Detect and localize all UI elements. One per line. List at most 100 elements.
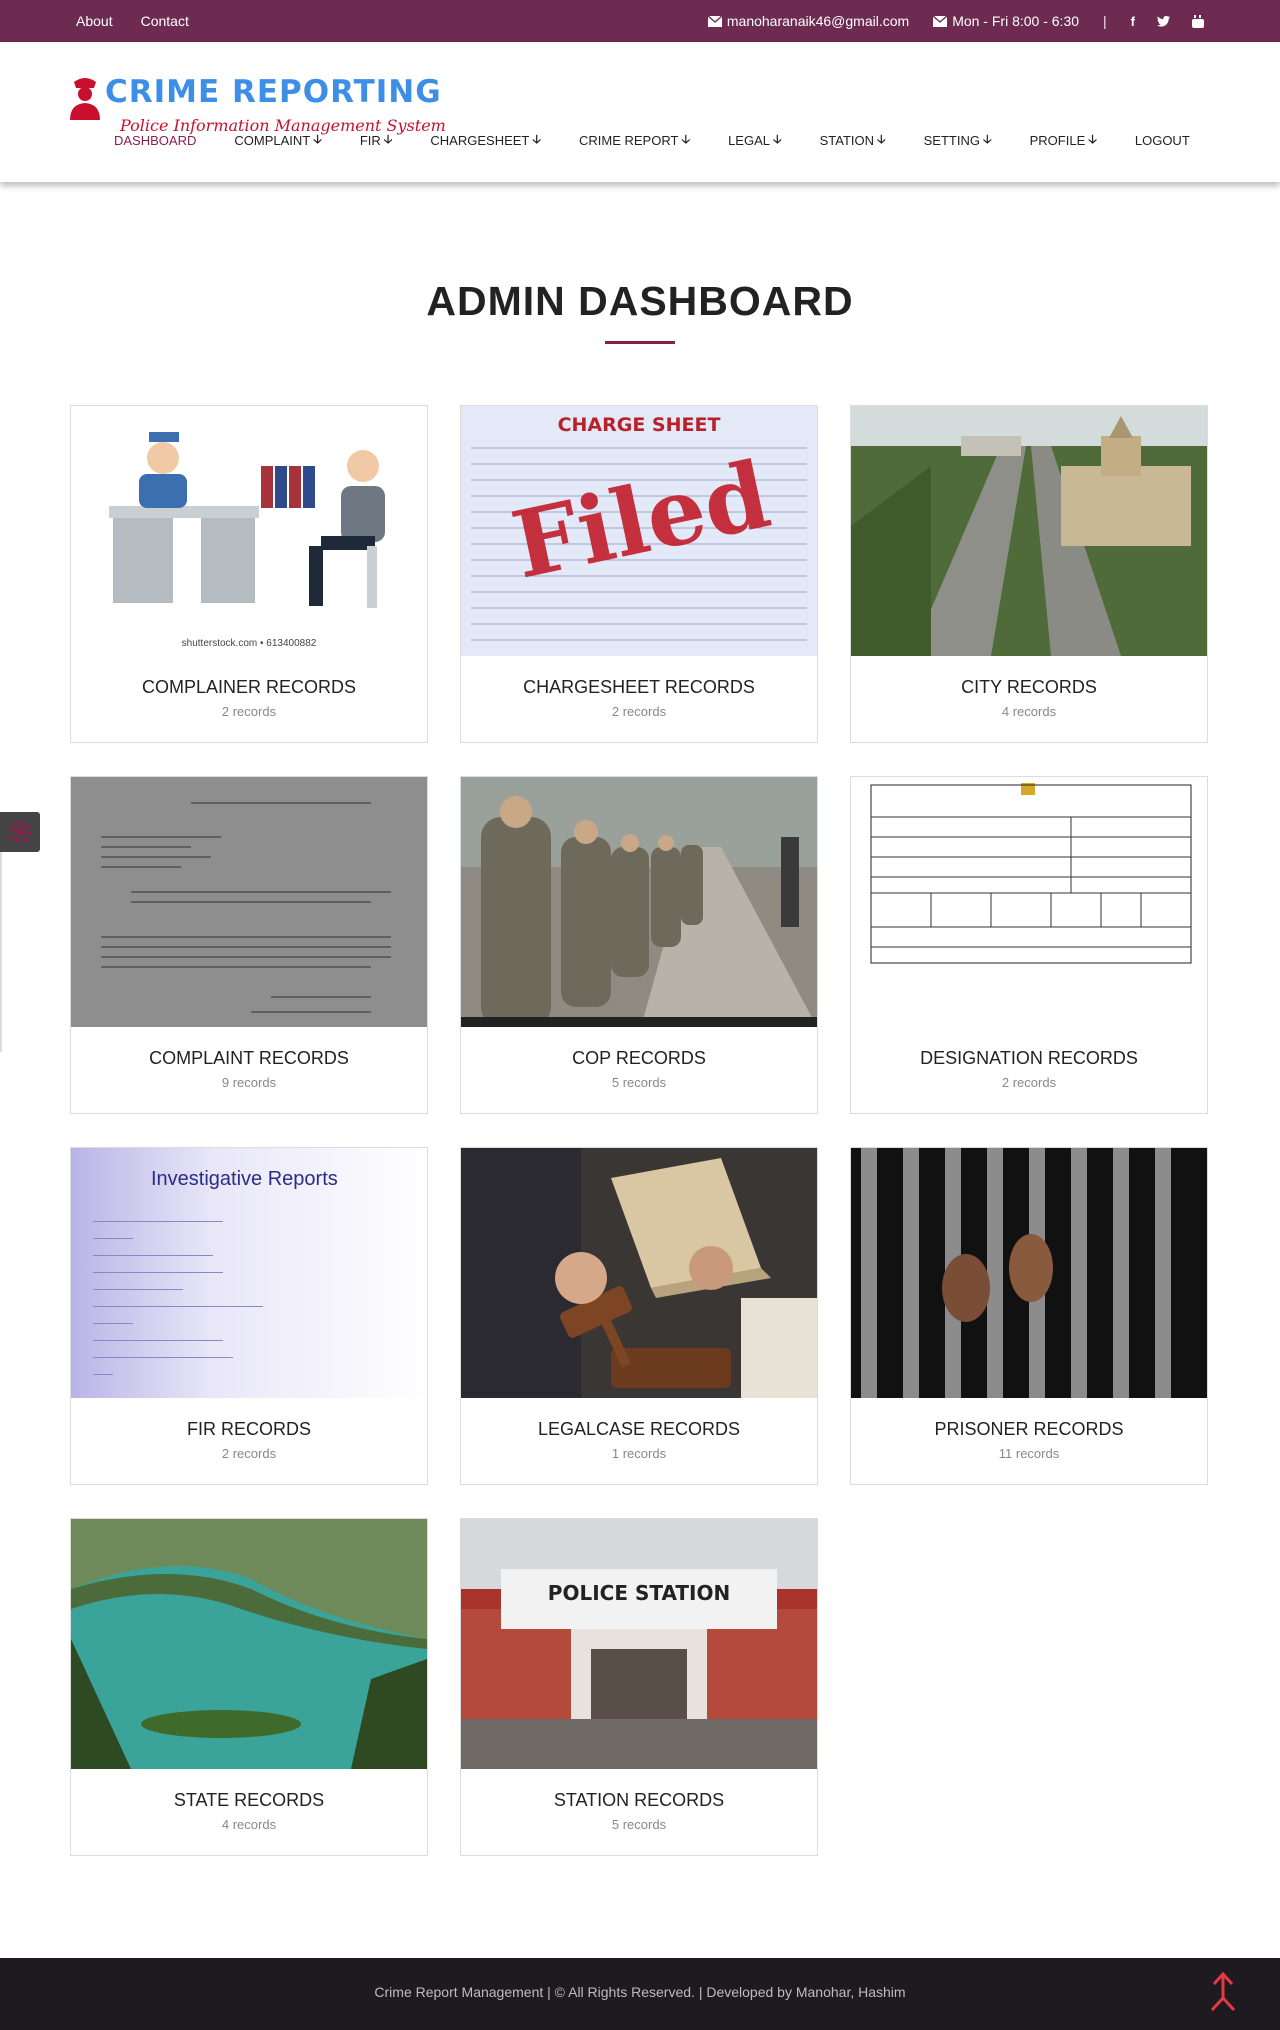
card-city-records[interactable]: CITY RECORDS 4 records — [850, 405, 1208, 743]
arrow-down-icon: 🡣 — [313, 132, 322, 146]
card-count: 2 records — [1001, 1075, 1057, 1090]
card-count: 2 records — [221, 1446, 277, 1461]
card-image: POLICE STATION — [461, 1519, 817, 1769]
card-image — [461, 777, 817, 1027]
nav-label: COMPLAINT — [234, 133, 311, 148]
nav-crime-report[interactable]: CRIME REPORT 🡣 — [579, 130, 690, 151]
arrow-down-icon: 🡣 — [532, 132, 541, 146]
footer-text: Crime Report Management | © All Rights R… — [374, 1984, 906, 2000]
card-title: DESIGNATION RECORDS — [920, 1048, 1138, 1068]
card-fir-records[interactable]: Investigative Reports FIR RECORDS 2 reco… — [70, 1147, 428, 1485]
card-image — [851, 406, 1207, 656]
card-count: 2 records — [221, 704, 277, 719]
card-count: 1 records — [611, 1446, 667, 1461]
arrow-down-icon: 🡣 — [681, 132, 691, 146]
arrow-down-icon: 🡣 — [982, 132, 992, 146]
card-count: 4 records — [1001, 704, 1057, 719]
facebook-icon[interactable]: f — [1131, 14, 1135, 29]
card-title: COP RECORDS — [572, 1048, 706, 1068]
side-divider — [0, 852, 2, 1052]
card-count: 5 records — [611, 1075, 667, 1090]
card-count: 4 records — [221, 1817, 277, 1832]
scroll-to-top-icon[interactable] — [1206, 1972, 1240, 2012]
card-title: CHARGESHEET RECORDS — [523, 677, 755, 697]
image-bullets — [93, 1206, 333, 1376]
twitter-icon[interactable] — [1157, 15, 1170, 27]
image-heading: CHARGE SHEET — [557, 414, 721, 436]
contact-link[interactable]: Contact — [141, 13, 189, 29]
about-link[interactable]: About — [76, 13, 113, 29]
nav-label: DASHBOARD — [114, 133, 197, 148]
nav-profile[interactable]: PROFILE 🡣 — [1030, 130, 1097, 151]
nav-label: PROFILE — [1029, 133, 1086, 148]
site-header: CRIME REPORTING Police Information Manag… — [0, 42, 1280, 182]
hours-info: Mon - Fri 8:00 - 6:30 — [933, 13, 1079, 29]
top-bar: About Contact manoharanaik46@gmail.com M… — [0, 0, 1280, 42]
image-heading: POLICE STATION — [547, 1581, 731, 1605]
police-officer-icon — [70, 78, 100, 120]
card-complainer-records[interactable]: shutterstock.com • 613400882 COMPLAINER … — [70, 405, 428, 743]
nav-setting[interactable]: SETTING 🡣 — [924, 130, 992, 151]
card-image — [71, 777, 427, 1027]
card-prisoner-records[interactable]: PRISONER RECORDS 11 records — [850, 1147, 1208, 1485]
main-nav: DASHBOARD COMPLAINT 🡣 FIR 🡣 CHARGESHEET 🡣 C… — [114, 130, 1228, 151]
card-title: COMPLAINER RECORDS — [141, 677, 357, 697]
nav-logout[interactable]: LOGOUT — [1135, 130, 1190, 151]
card-image: shutterstock.com • 613400882 — [71, 406, 427, 656]
card-state-records[interactable]: STATE RECORDS 4 records — [70, 1518, 428, 1856]
social-links: f — [1131, 14, 1204, 29]
nav-fir[interactable]: FIR 🡣 — [360, 130, 393, 151]
title-underline — [605, 341, 675, 344]
arrow-down-icon: 🡣 — [877, 132, 886, 146]
card-title: FIR RECORDS — [186, 1419, 311, 1439]
card-image: CHARGE SHEET Filed — [461, 406, 817, 656]
nav-station[interactable]: STATION 🡣 — [820, 130, 886, 151]
nav-dashboard[interactable]: DASHBOARD — [114, 130, 196, 151]
separator: | — [1103, 13, 1107, 29]
gear-icon — [9, 821, 31, 843]
card-count: 11 records — [998, 1446, 1060, 1461]
nav-label: CRIME REPORT — [579, 133, 679, 148]
email-info: manoharanaik46@gmail.com — [707, 13, 910, 29]
youtube-icon[interactable] — [1192, 14, 1204, 28]
card-legalcase-records[interactable]: LEGALCASE RECORDS 1 records — [460, 1147, 818, 1485]
nav-label: SETTING — [923, 133, 980, 148]
nav-label: CHARGESHEET — [430, 133, 530, 148]
card-title: COMPLAINT RECORDS — [149, 1048, 349, 1068]
nav-label: STATION — [819, 133, 875, 148]
nav-label: LOGOUT — [1134, 133, 1190, 148]
hours-text: Mon - Fri 8:00 - 6:30 — [952, 13, 1080, 29]
logo-title: CRIME REPORTING — [105, 74, 442, 110]
email-text: manoharanaik46@gmail.com — [726, 13, 910, 29]
arrow-down-icon: 🡣 — [772, 132, 782, 146]
card-chargesheet-records[interactable]: CHARGE SHEET Filed CHARGESHEET RECORDS 2… — [460, 405, 818, 743]
settings-toggle[interactable] — [0, 812, 40, 852]
card-image — [71, 1519, 427, 1769]
card-title: CITY RECORDS — [961, 677, 1097, 697]
arrow-down-icon: 🡣 — [1088, 132, 1097, 146]
card-cop-records[interactable]: COP RECORDS 5 records — [460, 776, 818, 1114]
card-designation-records[interactable]: DESIGNATION RECORDS 2 records — [850, 776, 1208, 1114]
card-image — [461, 1148, 817, 1398]
card-station-records[interactable]: POLICE STATION STATION RECORDS 5 records — [460, 1518, 818, 1856]
card-image — [851, 777, 1207, 1027]
card-title: STATION RECORDS — [553, 1790, 725, 1810]
arrow-down-icon: 🡣 — [383, 132, 393, 146]
site-footer: Crime Report Management | © All Rights R… — [0, 1958, 1280, 2030]
card-title: PRISONER RECORDS — [934, 1419, 1124, 1439]
card-count: 9 records — [221, 1075, 277, 1090]
image-caption: shutterstock.com • 613400882 — [181, 638, 317, 649]
card-count: 2 records — [611, 704, 667, 719]
nav-chargesheet[interactable]: CHARGESHEET 🡣 — [430, 130, 541, 151]
card-image — [851, 1148, 1207, 1398]
card-image: Investigative Reports — [71, 1148, 427, 1398]
nav-label: FIR — [359, 133, 381, 148]
envelope-icon — [707, 15, 722, 27]
envelope-icon — [933, 15, 948, 27]
card-title: STATE RECORDS — [173, 1790, 325, 1810]
card-complaint-records[interactable]: COMPLAINT RECORDS 9 records — [70, 776, 428, 1114]
image-heading: Investigative Reports — [151, 1168, 338, 1190]
nav-legal[interactable]: LEGAL 🡣 — [728, 130, 782, 151]
nav-label: LEGAL — [728, 133, 770, 148]
nav-complaint[interactable]: COMPLAINT 🡣 — [234, 130, 321, 151]
